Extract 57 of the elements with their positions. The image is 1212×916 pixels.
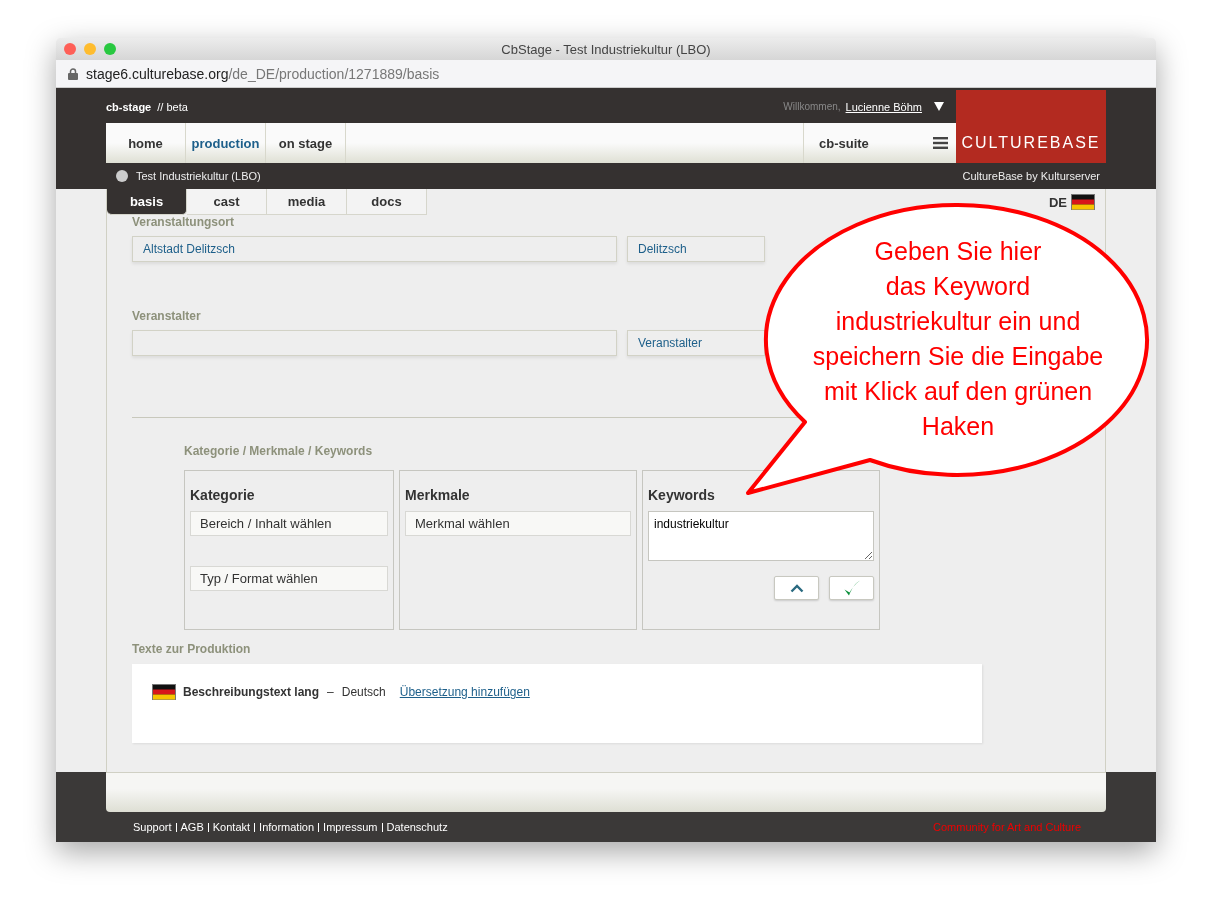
dropdown-caret-icon	[934, 102, 944, 111]
tab[interactable]: basis	[107, 189, 187, 215]
minimize-button[interactable]	[84, 43, 96, 55]
select-field[interactable]: Bereich / Inhalt wählen	[190, 511, 388, 536]
german-flag-icon	[152, 684, 176, 700]
tab[interactable]: cast	[187, 189, 267, 215]
select-field[interactable]: Typ / Format wählen	[190, 566, 388, 591]
footer-link[interactable]: AGB	[180, 822, 209, 832]
panel-title: Merkmale	[405, 487, 471, 503]
organizer-field[interactable]	[132, 330, 617, 356]
user-link[interactable]: Lucienne Böhm	[845, 100, 922, 113]
location-field[interactable]: Altstadt Delitzsch	[132, 236, 617, 262]
menu-icon	[933, 137, 948, 149]
save-button[interactable]	[829, 576, 874, 600]
url-text: stage6.culturebase.org/de_DE/production/1271889/basis	[86, 65, 440, 82]
production-title: Test Industriekultur (LBO)	[136, 170, 261, 182]
city-field[interactable]: Veranstalter	[627, 330, 765, 356]
city-field[interactable]: Delitzsch	[627, 236, 765, 262]
dash-text: –	[327, 685, 334, 699]
welcome-text: Willkommen,	[783, 101, 841, 112]
footer-link[interactable]: Information	[259, 822, 320, 832]
section-heading: Veranstaltungsort	[132, 215, 235, 229]
footer-link[interactable]: Impressum	[323, 822, 383, 832]
chevron-up-icon	[789, 583, 804, 593]
footer-link[interactable]: Kontakt	[212, 822, 256, 832]
add-translation-link[interactable]: Übersetzung hinzufügen	[399, 685, 530, 699]
section-heading: Kategorie / Merkmale / Keywords	[184, 444, 373, 458]
nav-tab[interactable]: production	[186, 123, 266, 163]
slogan-text: Community for Art and Culture	[933, 821, 1081, 833]
language-text: Deutsch	[341, 685, 386, 699]
language-selector[interactable]: DE	[1048, 189, 1105, 215]
status-dot	[116, 170, 128, 182]
lock-icon	[68, 67, 78, 80]
section-heading: Texte zur Produktion	[132, 642, 251, 656]
select-field[interactable]: Merkmal wählen	[405, 511, 631, 536]
footer-link[interactable]: Support	[133, 822, 177, 832]
close-button[interactable]	[64, 43, 76, 55]
checkmark-icon	[842, 579, 861, 597]
zoom-button[interactable]	[104, 43, 116, 55]
nav-tab[interactable]: home	[106, 123, 186, 163]
footer-link[interactable]: Datenschutz	[386, 821, 448, 833]
tab[interactable]: docs	[347, 189, 427, 215]
byline-text: CultureBase by Kulturserver	[962, 170, 1100, 182]
logo[interactable]: CULTUREBASE	[956, 90, 1106, 163]
tab[interactable]: media	[267, 189, 347, 215]
keywords-field[interactable]: industriekultur	[648, 511, 874, 561]
panel-title: Keywords	[648, 487, 716, 503]
beta-label: // beta	[157, 100, 188, 113]
window-title: CbStage - Test Industriekultur (LBO)	[501, 41, 711, 57]
address-bar[interactable]: stage6.culturebase.org/de_DE/production/1271889/basis	[56, 60, 1156, 88]
german-flag-icon	[1071, 194, 1095, 210]
brand-name: cb-stage	[106, 100, 152, 113]
panel-title: Kategorie	[190, 487, 256, 503]
collapse-button[interactable]	[774, 576, 819, 600]
section-heading: Veranstalter	[132, 309, 201, 323]
text-name: Beschreibungstext lang	[183, 685, 320, 699]
nav-tab[interactable]: on stage	[266, 123, 346, 163]
